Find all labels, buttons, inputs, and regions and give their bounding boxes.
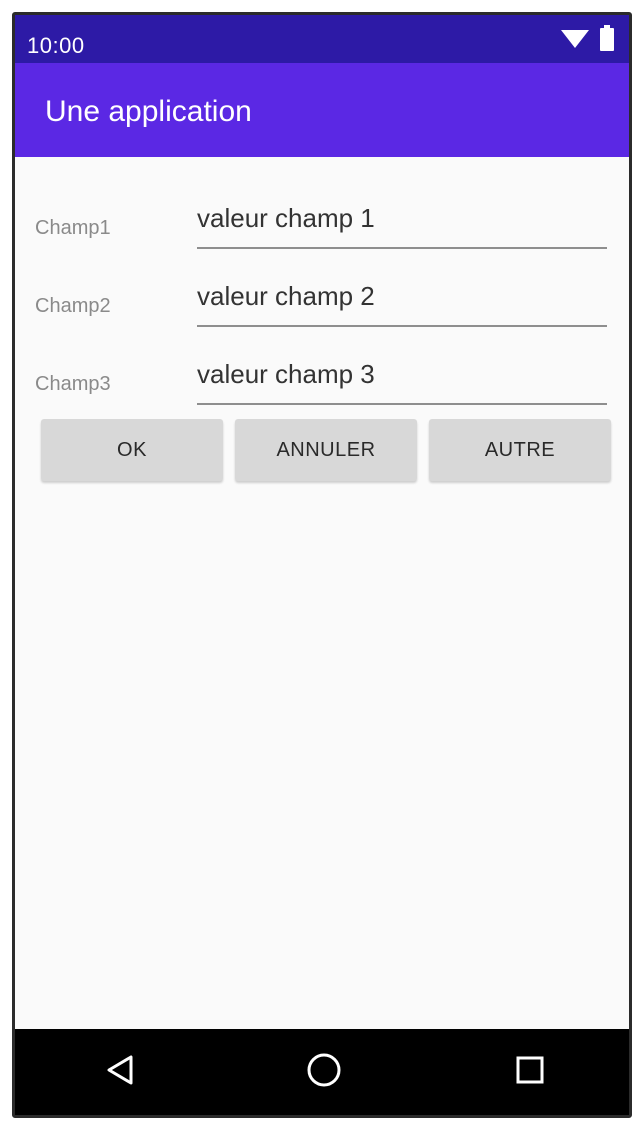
status-bar: 10:00 [15,15,629,63]
battery-icon [599,24,615,56]
field-row-champ1: Champ1 [15,197,629,257]
field-input-champ2[interactable] [197,275,607,327]
button-row: OK ANNULER AUTRE [41,419,611,481]
app-bar: Une application [15,63,629,157]
ok-button[interactable]: OK [41,419,223,481]
field-row-champ2: Champ2 [15,275,629,335]
autre-button[interactable]: AUTRE [429,419,611,481]
field-row-champ3: Champ3 [15,353,629,413]
field-input-champ3[interactable] [197,353,607,405]
status-icons [561,24,615,56]
app-title: Une application [45,95,252,128]
home-button[interactable] [299,1047,349,1097]
field-input-champ1[interactable] [197,197,607,249]
field-label-champ2: Champ2 [35,295,111,317]
field-label-champ1: Champ1 [35,217,111,239]
status-time: 10:00 [27,33,85,58]
navigation-bar [15,1029,629,1115]
recents-button[interactable] [505,1047,555,1097]
form-content: Champ1 Champ2 Champ3 OK ANNULER AUTRE [15,157,629,1031]
back-icon [105,1054,135,1091]
phone-frame: 10:00 Une application Champ1 Champ2 [12,12,632,1118]
wifi-icon [561,27,589,54]
back-button[interactable] [95,1047,145,1097]
recents-icon [515,1055,545,1090]
field-label-champ3: Champ3 [35,373,111,395]
home-icon [306,1052,342,1093]
annuler-button[interactable]: ANNULER [235,419,417,481]
